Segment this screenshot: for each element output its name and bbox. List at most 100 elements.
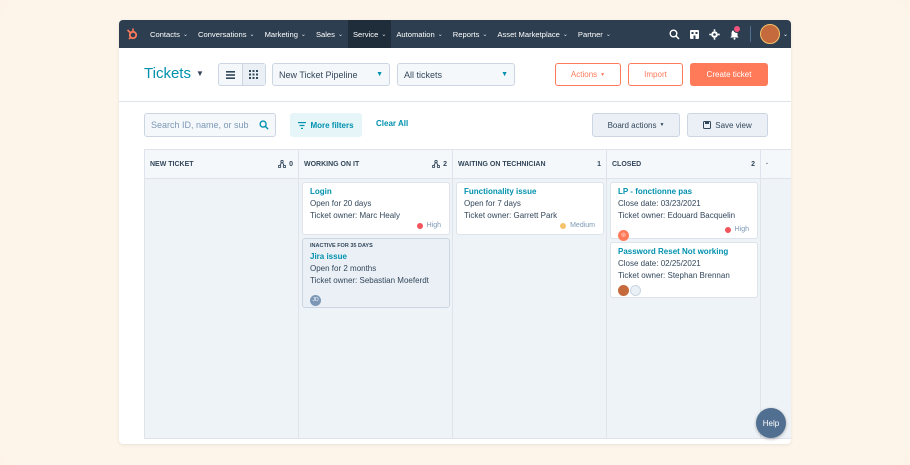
create-ticket-button[interactable]: Create ticket <box>690 63 768 86</box>
board-actions-button[interactable]: Board actions ▼ <box>592 113 680 137</box>
ticket-name[interactable]: Jira issue <box>310 252 442 261</box>
notifications-icon[interactable] <box>724 20 744 48</box>
ticket-name[interactable]: Functionality issue <box>464 187 596 196</box>
chevron-down-icon: ⌄ <box>782 31 789 38</box>
column-count: 0 <box>278 160 293 168</box>
ticket-detail: Open for 2 months <box>310 264 377 273</box>
caret-down-icon: ▼ <box>501 71 508 78</box>
column-header: NEW TICKET 0 <box>145 150 298 179</box>
priority-indicator: High <box>416 222 441 229</box>
header-divider <box>119 101 791 102</box>
nav-partner[interactable]: Partner ⌄ <box>573 20 616 48</box>
ticket-owner: Ticket owner: Sebastian Moeferdt <box>310 276 429 285</box>
help-button[interactable]: Help <box>756 408 786 438</box>
ticket-owner: Ticket owner: Stephan Brennan <box>618 271 730 280</box>
hubspot-logo-icon[interactable] <box>119 20 145 48</box>
chevron-down-icon: ⌄ <box>249 31 255 38</box>
avatar: JD <box>310 294 321 306</box>
caret-down-icon: ▼ <box>659 122 665 128</box>
create-ticket-button-label: Create ticket <box>706 70 752 79</box>
chevron-down-icon: ⌄ <box>182 31 188 38</box>
nav-reports[interactable]: Reports ⌄ <box>448 20 493 48</box>
ticket-card[interactable]: Password Reset Not working Close date: 0… <box>610 242 758 298</box>
pipeline-select[interactable]: New Ticket Pipeline ▼ <box>272 63 390 86</box>
nav-automation[interactable]: Automation ⌄ <box>391 20 447 48</box>
nav-utility-icons: ⌄ <box>664 20 791 48</box>
ticket-name[interactable]: Login <box>310 187 442 196</box>
ticket-card[interactable]: LP - fonctionne pas Close date: 03/23/20… <box>610 182 758 241</box>
save-icon <box>703 121 712 129</box>
kanban-board: NEW TICKET 0 WORKING ON IT 2 Login Open … <box>144 149 791 439</box>
more-filters-button[interactable]: More filters <box>290 113 362 137</box>
save-view-button[interactable]: Save view <box>687 113 768 137</box>
marketplace-icon[interactable] <box>684 20 704 48</box>
nav-asset-marketplace[interactable]: Asset Marketplace ⌄ <box>492 20 573 48</box>
nav-marketing[interactable]: Marketing ⌄ <box>260 20 311 48</box>
ticket-detail: Close date: 02/25/2021 <box>618 259 701 268</box>
chevron-down-icon: ⌄ <box>482 31 488 38</box>
priority-dot <box>416 222 423 229</box>
nav-label: Service <box>352 29 379 39</box>
column-body: LP - fonctionne pas Close date: 03/23/20… <box>607 179 760 438</box>
filter-icon <box>298 121 307 129</box>
search-icon[interactable] <box>664 20 684 48</box>
avatar <box>630 285 641 296</box>
column-title: WAITING ON TECHNICIAN <box>458 160 546 168</box>
column-header: CLOSED 2 <box>607 150 760 179</box>
page-title[interactable]: Tickets ▼ <box>144 65 204 82</box>
ticket-detail: Open for 20 days <box>310 199 372 208</box>
priority-indicator: Medium <box>560 222 595 229</box>
ticket-owner: Ticket owner: Garrett Park <box>464 211 558 220</box>
nav-sales[interactable]: Sales ⌄ <box>311 20 348 48</box>
board-actions-label: Board actions <box>607 120 657 130</box>
nav-conversations[interactable]: Conversations ⌄ <box>193 20 260 48</box>
notification-badge <box>733 25 741 33</box>
nav-service[interactable]: Service ⌄ <box>347 20 392 48</box>
clear-all-link[interactable]: Clear All <box>376 119 408 128</box>
actions-button[interactable]: Actions ▼ <box>555 63 621 86</box>
search-input[interactable]: Search ID, name, or sub <box>144 113 276 137</box>
priority-label: High <box>426 222 441 229</box>
inactive-label: INACTIVE FOR 35 DAYS <box>310 243 373 249</box>
column-partial: · <box>761 150 791 438</box>
column-working-on-it: WORKING ON IT 2 Login Open for 20 days T… <box>299 150 453 438</box>
nav-label: Conversations <box>198 29 247 39</box>
list-view-icon[interactable] <box>219 64 242 85</box>
ticket-name[interactable]: Password Reset Not working <box>618 247 750 256</box>
app-window: Contacts ⌄ Conversations ⌄ Marketing ⌄ Sale… <box>119 20 791 444</box>
chevron-down-icon: ⌄ <box>605 31 611 38</box>
import-button-label: Import <box>644 70 667 79</box>
chevron-down-icon: ⌄ <box>300 31 306 38</box>
column-body: Functionality issue Open for 7 days Tick… <box>453 179 606 438</box>
ticket-card[interactable]: Login Open for 20 days Ticket owner: Mar… <box>302 182 450 235</box>
ticket-card[interactable]: Functionality issue Open for 7 days Tick… <box>456 182 604 235</box>
priority-label: Medium <box>570 222 595 229</box>
column-body <box>761 179 791 438</box>
nav-divider <box>750 26 751 42</box>
pipeline-select-value: New Ticket Pipeline <box>279 69 358 80</box>
priority-dot <box>560 222 567 229</box>
settings-icon[interactable] <box>704 20 724 48</box>
chevron-down-icon: ⌄ <box>437 31 443 38</box>
save-view-label: Save view <box>715 120 752 130</box>
chevron-down-icon: ⌄ <box>562 31 568 38</box>
nav-contacts[interactable]: Contacts ⌄ <box>145 20 193 48</box>
column-waiting-on-technician: WAITING ON TECHNICIAN 1 Functionality is… <box>453 150 607 438</box>
column-body <box>145 179 298 438</box>
ticket-owner: Ticket owner: Edouard Bacquelin <box>618 211 736 220</box>
ticket-card[interactable]: INACTIVE FOR 35 DAYS Jira issue Open for… <box>302 238 450 308</box>
account-menu[interactable]: ⌄ <box>757 20 791 48</box>
search-placeholder: Search ID, name, or sub <box>151 120 249 130</box>
search-icon <box>259 120 269 130</box>
chevron-down-icon: ⌄ <box>337 31 343 38</box>
nav-label: Marketing <box>264 29 298 39</box>
import-button[interactable]: Import <box>628 63 683 86</box>
ticket-name[interactable]: LP - fonctionne pas <box>618 187 750 196</box>
nav-label: Asset Marketplace <box>497 29 560 39</box>
view-select[interactable]: All tickets ▼ <box>397 63 515 86</box>
nav-label: Reports <box>452 29 480 39</box>
column-body: Login Open for 20 days Ticket owner: Mar… <box>299 179 452 438</box>
view-toggle <box>218 63 266 86</box>
nav-label: Partner <box>577 29 603 39</box>
board-view-icon[interactable] <box>241 64 265 85</box>
